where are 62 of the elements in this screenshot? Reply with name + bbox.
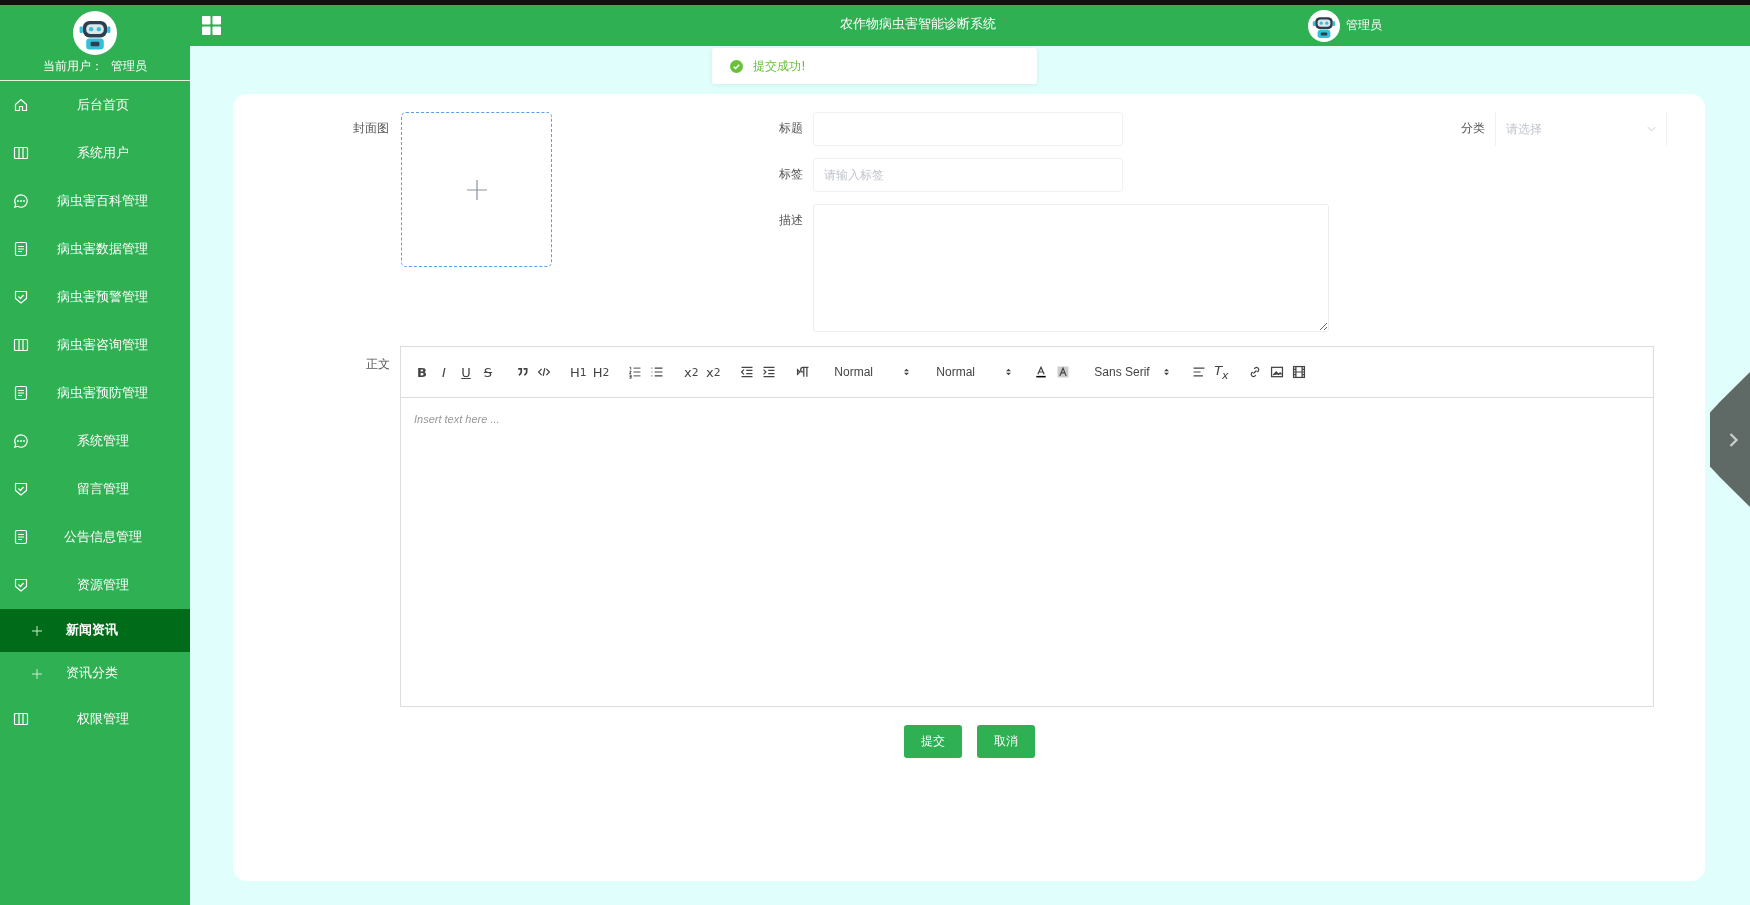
sidebar-item[interactable]: 权限管理 [0,695,190,743]
tags-input[interactable]: 请输入标签 [813,158,1123,192]
plus-icon [32,625,42,636]
up-down-arrows-icon [903,367,911,377]
sidebar-item[interactable]: 留言管理 [0,465,190,513]
sidebar-item[interactable]: 系统管理 [0,417,190,465]
format-picker[interactable]: Normal [826,360,917,384]
document-icon [13,385,29,401]
italic-button[interactable]: I [433,360,455,384]
up-down-arrows-icon [1005,367,1013,377]
sidebar-item[interactable]: 病虫害预防管理 [0,369,190,417]
submenu-item[interactable]: 资讯分类 [0,652,190,695]
columns-icon [13,337,29,353]
field-label: 分类 [1461,120,1485,137]
up-down-arrows-icon [1163,367,1171,377]
sidebar-item[interactable]: 后台首页 [0,81,190,129]
user-name: 管理员 [1346,17,1382,34]
sidebar-item[interactable]: 病虫害数据管理 [0,225,190,273]
grid-menu-icon[interactable] [202,16,221,35]
field-label: 正文 [366,356,390,373]
chevron-right-icon [1727,431,1739,448]
chat-icon [13,433,29,449]
columns-icon [13,145,29,161]
chat-icon [13,193,29,209]
category-select[interactable]: 请选择 [1495,112,1667,146]
format-picker[interactable]: Sans Serif [1086,360,1177,384]
sidebar-item[interactable]: 资源管理 [0,561,190,609]
sidebar-item[interactable]: 病虫害预警管理 [0,273,190,321]
bold-button[interactable]: B [411,360,433,384]
underline-button[interactable]: U [455,360,477,384]
strike-button[interactable]: S [477,360,499,384]
field-label: 标题 [778,120,803,137]
robot-avatar-icon [73,11,117,55]
submenu-item[interactable]: 新闻资讯 [0,609,190,652]
chevron-down-icon [1647,126,1656,132]
document-icon [13,241,29,257]
app-title: 农作物病虫害智能诊断系统 [840,15,996,33]
robot-avatar-icon [1308,9,1340,42]
shield-icon [13,481,29,497]
field-label: 描述 [778,212,803,229]
sidebar-item[interactable]: 病虫害咨询管理 [0,321,190,369]
editor-area[interactable]: Insert text here ... [401,398,1653,706]
form-button[interactable]: 提交 [903,725,962,758]
sidebar-item[interactable]: 系统用户 [0,129,190,177]
home-icon [13,97,29,113]
shield-icon [13,577,29,593]
field-label: 封面图 [353,120,389,137]
toast-message: 提交成功! [753,57,806,75]
columns-icon [13,711,29,727]
sidebar-item[interactable]: 公告信息管理 [0,513,190,561]
field-label: 标签 [778,166,803,183]
check-circle-icon [730,59,743,73]
form-button[interactable]: 取消 [976,725,1035,758]
plus-icon [466,179,487,200]
clear-format-button[interactable]: T$_{x}$ [1210,360,1233,384]
editor-placeholder: Insert text here ... [414,413,500,425]
document-icon [13,529,29,545]
sidebar-item[interactable]: 病虫害百科管理 [0,177,190,225]
format-picker[interactable]: Normal [928,360,1019,384]
current-user-label: 当前用户： 管理员 [43,58,147,75]
plus-icon [32,668,42,679]
shield-icon [13,289,29,305]
